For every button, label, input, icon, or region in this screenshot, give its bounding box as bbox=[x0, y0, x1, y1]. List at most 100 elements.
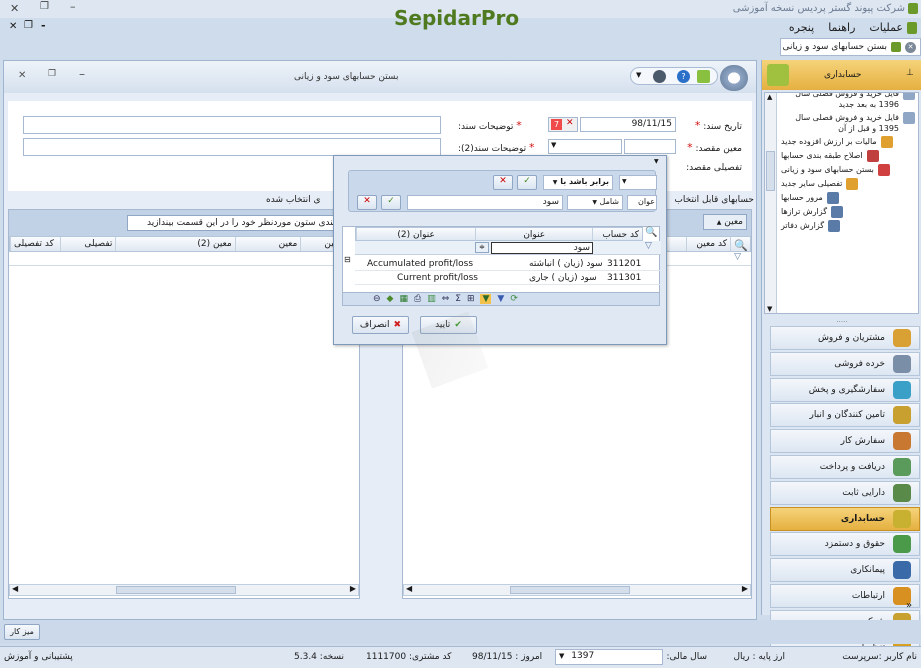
filter-field1-select[interactable]: ▼ bbox=[619, 175, 657, 190]
popup-scroll-up-icon[interactable]: ▼ bbox=[654, 158, 659, 165]
date-field[interactable]: 98/11/15 bbox=[580, 117, 676, 132]
filter-icon[interactable]: ▽ bbox=[734, 252, 741, 262]
chip-sort-icon[interactable]: ▲ bbox=[717, 219, 722, 226]
menu-operations[interactable]: عملیات bbox=[869, 21, 903, 34]
tree-scrollbar[interactable]: ▲ ▼ bbox=[765, 93, 777, 313]
filter-op1-dropdown-icon[interactable]: ▼ bbox=[553, 179, 558, 186]
selected-grid-scrollbar[interactable]: ◀ ▶ bbox=[9, 584, 359, 596]
nav-item[interactable]: خرده فروشی bbox=[770, 351, 920, 376]
filter-op2-dropdown-icon[interactable]: ▼ bbox=[592, 199, 597, 206]
tree-item[interactable]: تفصیلی سایر جدید bbox=[779, 177, 917, 191]
window-close-icon[interactable]: ✕ bbox=[18, 70, 26, 81]
apply-filter-1-button[interactable]: ✓ bbox=[517, 175, 537, 190]
moein-dropdown-icon[interactable]: ▼ bbox=[551, 141, 556, 149]
help-icon[interactable]: ? bbox=[677, 70, 690, 83]
filter-value-input[interactable]: سود bbox=[407, 195, 563, 210]
tree-item[interactable]: اصلاح طبقه بندی حسابها bbox=[779, 149, 917, 163]
fiscal-dropdown-icon[interactable]: ▼ bbox=[559, 652, 564, 660]
filter-field2-select[interactable]: عوان bbox=[627, 195, 657, 210]
tree-item[interactable]: مرور حسابها bbox=[779, 191, 917, 205]
minimize-icon[interactable]: – bbox=[70, 0, 76, 13]
filter-toggle-icon[interactable]: ▼ bbox=[480, 294, 492, 304]
mdi-close-icon[interactable]: ✕ bbox=[9, 21, 17, 32]
scroll-thumb[interactable] bbox=[116, 586, 236, 594]
grid-filter-row[interactable] bbox=[9, 252, 359, 266]
popup-col-title2[interactable]: عنوان (2) bbox=[356, 228, 475, 240]
restore-icon[interactable]: ❐ bbox=[40, 1, 49, 12]
tree-scroll-thumb[interactable] bbox=[766, 151, 775, 191]
tree-item[interactable]: گزارش ترازها bbox=[779, 205, 917, 219]
fiscal-year-select[interactable]: ▼ 1397 bbox=[555, 649, 663, 665]
fit-width-icon[interactable]: ⇔ bbox=[442, 294, 450, 304]
popup-collapse-icon[interactable]: ⊟ bbox=[344, 255, 351, 264]
col-tafsili[interactable]: تفصیلی bbox=[59, 237, 116, 251]
apply-filter-2-button[interactable]: ✓ bbox=[381, 195, 401, 210]
nav-item[interactable]: پیمانکاری bbox=[770, 558, 920, 583]
scroll-thumb-2[interactable] bbox=[510, 586, 630, 594]
sidebar-expand-icon[interactable]: » bbox=[906, 600, 912, 611]
scroll-right-icon[interactable]: ▶ bbox=[350, 584, 356, 593]
popup-row-2[interactable]: 311301 سود (زیان ) جاری Current profit/l… bbox=[355, 271, 661, 285]
print-icon[interactable]: ⎙ bbox=[414, 294, 421, 304]
nav-item[interactable]: ارتباطات bbox=[770, 584, 920, 608]
menu-help[interactable]: راهنما bbox=[828, 21, 855, 34]
remove-filter-2-button[interactable]: ✕ bbox=[357, 195, 377, 210]
window-minimize-icon[interactable]: – bbox=[79, 67, 85, 81]
popup-col-code[interactable]: کد حساب bbox=[592, 228, 642, 240]
refresh-icon[interactable] bbox=[697, 70, 710, 83]
columns-icon[interactable]: ▥ bbox=[427, 294, 436, 304]
tree-item[interactable]: بستن حسابهای سود و زیانی bbox=[779, 163, 917, 177]
calendar-icon[interactable]: 7 bbox=[551, 119, 562, 130]
popup-row-1[interactable]: 311201 سود (زیان ) انباشته Accumulated p… bbox=[355, 257, 661, 271]
moein-field[interactable] bbox=[624, 139, 676, 154]
popup-col-title[interactable]: عنوان bbox=[475, 228, 592, 240]
popup-filter-op-icon[interactable]: ≑ bbox=[475, 242, 489, 253]
group-chip[interactable]: معین ▲ bbox=[703, 214, 747, 230]
col-moein[interactable]: معین bbox=[234, 237, 301, 251]
menu-window[interactable]: پنجره bbox=[789, 21, 814, 34]
sidebar-splitter[interactable]: ..... bbox=[762, 316, 921, 324]
scroll-right-icon-2[interactable]: ▶ bbox=[742, 584, 748, 593]
popup-filter-title-cell[interactable]: سود bbox=[491, 242, 593, 254]
available-grid-scrollbar[interactable]: ◀ ▶ bbox=[403, 584, 751, 596]
popup-search-icon[interactable]: 🔍 bbox=[645, 227, 657, 238]
tree-scroll-up-icon[interactable]: ▲ bbox=[767, 93, 772, 101]
nav-item[interactable]: حقوق و دستمزد bbox=[770, 532, 920, 557]
scroll-left-icon[interactable]: ◀ bbox=[12, 584, 18, 593]
nav-item[interactable]: مشتریان و فروش bbox=[770, 326, 920, 350]
tree-item[interactable]: فایل خرید و فروش فصلی سال 1395 و قبل از … bbox=[779, 111, 917, 135]
filter-op2-select[interactable]: شامل ▼ bbox=[567, 195, 623, 210]
desc-field[interactable] bbox=[23, 116, 441, 134]
field1-dropdown-icon[interactable]: ▼ bbox=[622, 178, 627, 185]
nav-item[interactable]: تامین کنندگان و انبار bbox=[770, 403, 920, 428]
popup-refresh-icon[interactable]: ⟳ bbox=[510, 294, 518, 304]
filter-op1-select[interactable]: برابر باشد با ▼ bbox=[543, 175, 613, 190]
popup-filter-icon[interactable]: ▽ bbox=[645, 241, 652, 251]
desktop-button[interactable]: میز کار bbox=[4, 624, 40, 640]
bookmark-icon[interactable]: ◆ bbox=[387, 294, 394, 304]
group-icon[interactable]: ⊞ bbox=[467, 294, 475, 304]
tree-scroll-down-icon[interactable]: ▼ bbox=[767, 305, 772, 313]
remove-filter-1-button[interactable]: ✕ bbox=[493, 175, 513, 190]
col-moein2[interactable]: معین (2) bbox=[115, 237, 234, 251]
doc-tab-close-icon[interactable]: ✕ bbox=[905, 41, 916, 53]
nav-item[interactable]: دریافت و پرداخت bbox=[770, 455, 920, 479]
scroll-left-icon-2[interactable]: ◀ bbox=[406, 584, 412, 593]
tree-item[interactable]: مالیات بر ارزش افزوده جدید bbox=[779, 135, 917, 149]
nav-item[interactable]: سفارشگیری و پخش bbox=[770, 377, 920, 402]
nav-item[interactable]: سفارش کار bbox=[770, 429, 920, 454]
tree-item[interactable]: گزارش دفاتر bbox=[779, 219, 917, 233]
zoom-out-icon[interactable]: ⊖ bbox=[373, 294, 381, 304]
support-link[interactable]: پشتیبانی و آموزش bbox=[4, 652, 73, 662]
mdi-minimize-icon[interactable]: - bbox=[41, 19, 46, 32]
right-col-moein-code[interactable]: کد معین bbox=[686, 237, 730, 251]
sidebar-pin-icon[interactable]: ⊥ bbox=[906, 68, 914, 78]
tree-item[interactable]: فایل خرید و فروش فصلی سال 1396 به بعد جد… bbox=[779, 93, 917, 111]
dropdown-icon[interactable]: ▼ bbox=[636, 71, 641, 79]
cancel-button[interactable]: انصراف ✖ bbox=[352, 316, 409, 334]
col-tafsili-code[interactable]: کد تفصیلی bbox=[10, 237, 60, 251]
window-restore-icon[interactable]: ❐ bbox=[48, 69, 56, 79]
moein-name-field[interactable]: ▼ bbox=[548, 139, 622, 154]
excel-icon[interactable]: ▦ bbox=[399, 294, 408, 304]
clear-date-icon[interactable]: ✕ bbox=[566, 118, 574, 128]
